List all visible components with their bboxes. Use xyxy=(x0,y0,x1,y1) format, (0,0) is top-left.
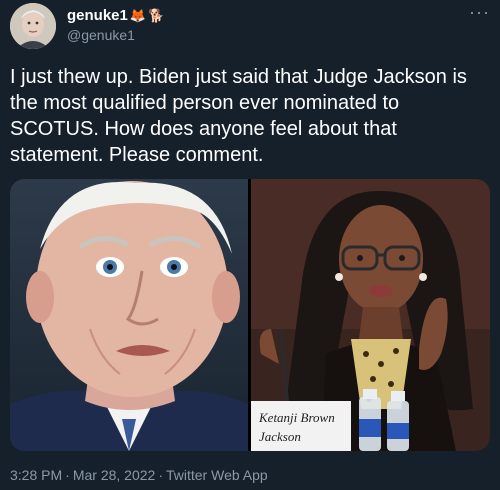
separator: · xyxy=(65,467,70,483)
tweet: genuke1 🦊 🐕 @genuke1 ··· I just thew up.… xyxy=(0,0,500,490)
tweet-date[interactable]: Mar 28, 2022 xyxy=(73,467,156,483)
separator: · xyxy=(158,467,163,483)
display-name-text: genuke1 xyxy=(67,7,128,24)
dog-icon: 🐕 xyxy=(148,8,165,23)
media-grid[interactable]: Ketanji Brown Jackson xyxy=(10,179,490,451)
nameplate-line1: Ketanji Brown xyxy=(258,410,335,425)
display-name[interactable]: genuke1 🦊 🐕 xyxy=(67,7,164,24)
woman-speaking-photo: Ketanji Brown Jackson xyxy=(251,179,490,451)
more-options-icon[interactable]: ··· xyxy=(469,2,490,23)
fox-icon: 🦊 xyxy=(129,8,147,23)
photo-right[interactable]: Ketanji Brown Jackson xyxy=(251,179,490,451)
avatar-photo xyxy=(10,3,56,49)
tweet-metadata: 3:28 PM · Mar 28, 2022 · Twitter Web App xyxy=(10,467,268,483)
tweet-time[interactable]: 3:28 PM xyxy=(10,467,62,483)
user-handle[interactable]: @genuke1 xyxy=(67,27,135,43)
tweet-source[interactable]: Twitter Web App xyxy=(166,467,268,483)
tweet-text: I just thew up. Biden just said that Jud… xyxy=(10,66,467,166)
nameplate-line2: Jackson xyxy=(259,429,301,444)
avatar[interactable] xyxy=(10,3,56,49)
man-face-photo xyxy=(10,179,248,451)
photo-left[interactable] xyxy=(10,179,248,451)
